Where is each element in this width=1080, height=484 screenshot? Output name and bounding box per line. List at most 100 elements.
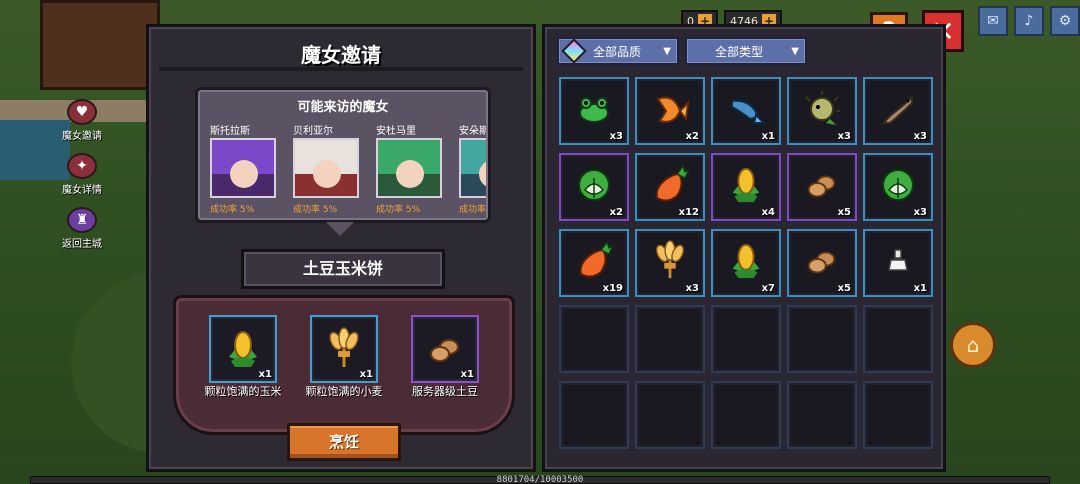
empty-inventory-slot[interactable] — [863, 305, 933, 373]
inventory-slot[interactable]: x19 — [559, 229, 629, 297]
side-menu: ♥ 魔女邀请 ✦ 魔女详情 ♜ 返回主城 — [52, 96, 112, 258]
empty-inventory-slot[interactable] — [863, 381, 933, 449]
menu-label: 返回主城 — [62, 238, 102, 250]
empty-inventory-slot[interactable] — [711, 381, 781, 449]
wheat-icon — [329, 327, 359, 367]
ingredient-name: 颗粒饱满的玉米 — [204, 385, 282, 398]
witch-name: 安朵斯 — [459, 126, 486, 137]
settings-icon[interactable]: ⚙ — [1050, 6, 1080, 36]
type-filter-label: 全部类型 — [715, 44, 764, 59]
empty-inventory-slot[interactable] — [787, 381, 857, 449]
empty-inventory-slot[interactable] — [635, 381, 705, 449]
ingredient-count: x1 — [359, 369, 373, 380]
gem-icon — [561, 38, 587, 64]
ingredient-box[interactable]: x1 — [310, 315, 378, 383]
cook-button[interactable]: 烹饪 — [287, 423, 401, 461]
cabbage-icon — [573, 164, 615, 210]
witch-card[interactable]: 安杜马里 成功率 5% — [376, 122, 446, 220]
witch-name: 安杜马里 — [376, 126, 416, 137]
item-count: x19 — [602, 283, 623, 294]
type-filter-dropdown[interactable]: 全部类型 ▼ — [685, 37, 807, 65]
catfish-icon — [878, 89, 918, 133]
potato-icon — [430, 339, 459, 362]
item-count: x4 — [761, 207, 775, 218]
filter-row: 全部品质 ▼ 全部类型 ▼ — [557, 37, 813, 65]
recipe-name: 土豆玉米饼 — [241, 249, 445, 289]
witch-name: 贝利亚尔 — [293, 126, 333, 137]
corn-icon — [725, 240, 767, 286]
ingredient-slot[interactable]: x1 服务器级土豆 — [411, 315, 479, 398]
inventory-slot[interactable]: x12 — [635, 153, 705, 221]
mail-icon[interactable]: ✉ — [978, 6, 1008, 36]
carrot-icon — [573, 240, 615, 286]
empty-inventory-slot[interactable] — [635, 305, 705, 373]
inventory-slot[interactable]: x3 — [863, 153, 933, 221]
menu-witch-invite[interactable]: ♥ 魔女邀请 — [52, 96, 112, 144]
item-count: x5 — [837, 283, 851, 294]
possible-visitors-box: 可能来访的魔女 斯托拉斯 成功率 5% 贝利亚尔 成功率 5% 安杜马里 成功率… — [195, 87, 491, 236]
wheat-icon — [649, 240, 691, 286]
item-count: x3 — [837, 131, 851, 142]
frog-icon — [574, 91, 614, 131]
item-count: x3 — [913, 131, 927, 142]
experience-text: 8801704/10003500 — [496, 475, 584, 484]
item-count: x1 — [913, 283, 927, 294]
inventory-slot[interactable]: x5 — [787, 153, 857, 221]
item-count: x3 — [685, 283, 699, 294]
inventory-slot[interactable]: x2 — [635, 77, 705, 145]
menu-return-city[interactable]: ♜ 返回主城 — [52, 204, 112, 252]
inventory-slot[interactable]: x3 — [559, 77, 629, 145]
blue-fish-icon — [726, 89, 767, 133]
witch-icon: ✦ — [67, 152, 97, 179]
menu-witch-details[interactable]: ✦ 魔女详情 — [52, 150, 112, 198]
menu-label: 魔女邀请 — [62, 130, 102, 142]
inventory-slot[interactable]: x5 — [787, 229, 857, 297]
inventory-slot[interactable]: x3 — [863, 77, 933, 145]
heart-icon: ♥ — [67, 98, 97, 125]
inventory-slot[interactable]: x3 — [635, 229, 705, 297]
witch-card[interactable]: 斯托拉斯 成功率 5% — [210, 122, 280, 220]
potato-icon — [803, 166, 841, 208]
inventory-slot[interactable]: x4 — [711, 153, 781, 221]
ingredient-slot[interactable]: x1 颗粒饱满的小麦 — [306, 315, 383, 398]
panel-title: 魔女邀请 — [301, 43, 381, 67]
witch-portrait — [293, 138, 359, 198]
item-count: x5 — [837, 207, 851, 218]
item-count: x1 — [761, 131, 775, 142]
witch-list[interactable]: 斯托拉斯 成功率 5% 贝利亚尔 成功率 5% 安杜马里 成功率 5% 安朵斯 … — [210, 122, 486, 220]
witch-invite-panel: 魔女邀请 可能来访的魔女 斯托拉斯 成功率 5% 贝利亚尔 成功率 5% 安杜马… — [146, 24, 536, 472]
inventory-slot[interactable]: x2 — [559, 153, 629, 221]
cabbage-icon — [877, 164, 919, 210]
potion-bottle-icon — [883, 246, 913, 280]
success-rate: 成功率 5% — [210, 205, 255, 215]
witch-card[interactable]: 安朵斯 成功率 5% — [459, 122, 486, 220]
divider — [159, 67, 523, 71]
item-count: x7 — [761, 283, 775, 294]
inventory-slot[interactable]: x3 — [787, 77, 857, 145]
inventory-slot[interactable]: x1 — [711, 77, 781, 145]
quality-filter-dropdown[interactable]: 全部品质 ▼ — [557, 37, 679, 65]
ingredient-slots: x1 颗粒饱满的玉米 x1 颗粒饱满的小麦 x1 服务器级土豆 — [205, 315, 479, 398]
empty-inventory-slot[interactable] — [711, 305, 781, 373]
witch-portrait — [376, 138, 442, 198]
item-count: x2 — [609, 207, 623, 218]
ingredient-box[interactable]: x1 — [209, 315, 277, 383]
empty-inventory-slot[interactable] — [559, 381, 629, 449]
carrot-icon — [649, 164, 691, 210]
item-count: x2 — [685, 131, 699, 142]
goldfish-icon — [650, 89, 690, 133]
witch-portrait — [210, 138, 276, 198]
inventory-slot[interactable]: x7 — [711, 229, 781, 297]
witch-card[interactable]: 贝利亚尔 成功率 5% — [293, 122, 363, 220]
empty-inventory-slot[interactable] — [559, 305, 629, 373]
ingredient-box[interactable]: x1 — [411, 315, 479, 383]
sound-icon[interactable]: ♪ — [1014, 6, 1044, 36]
inventory-slot[interactable]: x1 — [863, 229, 933, 297]
home-icon[interactable]: ⌂ — [950, 322, 996, 368]
empty-inventory-slot[interactable] — [787, 305, 857, 373]
success-rate: 成功率 5% — [376, 205, 421, 215]
item-count: x12 — [678, 207, 699, 218]
castle-icon: ♜ — [67, 206, 97, 233]
success-rate: 成功率 5% — [293, 205, 338, 215]
ingredient-slot[interactable]: x1 颗粒饱满的玉米 — [205, 315, 282, 398]
